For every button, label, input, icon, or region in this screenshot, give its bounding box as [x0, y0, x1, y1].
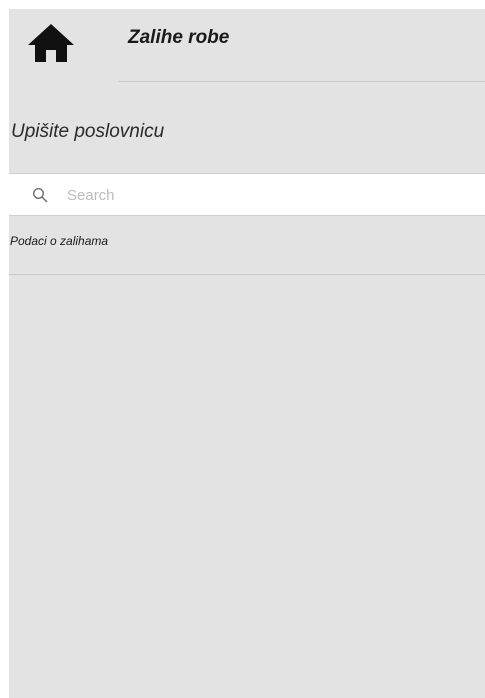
- header-divider: [118, 81, 485, 82]
- search-icon: [32, 187, 48, 203]
- search-input[interactable]: [67, 183, 467, 207]
- section-label: Podaci o zalihama: [10, 234, 109, 248]
- app-screen: Zalihe robe Upišite poslovnicu Podaci o …: [9, 9, 485, 698]
- stock-data-list: [9, 275, 485, 698]
- search-bar[interactable]: [9, 173, 485, 216]
- home-icon: [28, 24, 74, 62]
- home-button[interactable]: [26, 21, 76, 65]
- page-title: Upišite poslovnicu: [11, 121, 165, 142]
- header-bar: Zalihe robe: [9, 9, 485, 83]
- header-title: Zalihe robe: [128, 27, 230, 48]
